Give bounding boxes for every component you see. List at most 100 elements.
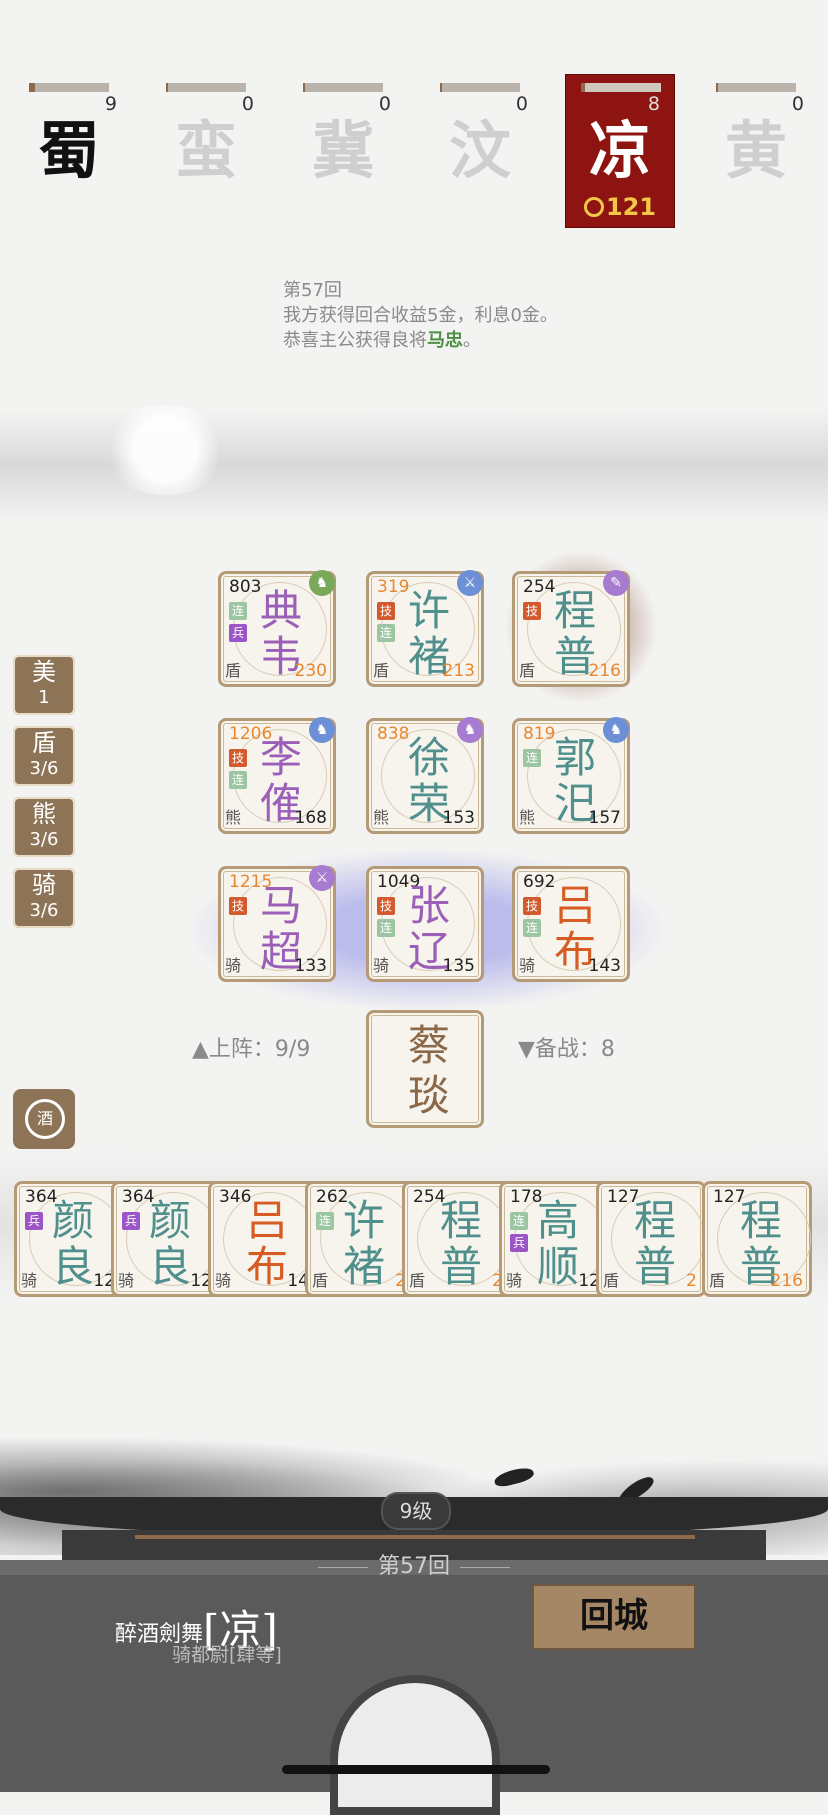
card-type: 骑 xyxy=(373,956,390,975)
board-card-lvbu[interactable]: 692 技 连 吕布 骑 143 xyxy=(512,866,630,982)
card-stat: 135 xyxy=(442,956,475,976)
home-indicator[interactable] xyxy=(282,1765,550,1774)
bench-card-yanliang-2[interactable]: 364 兵 颜良 骑 12 xyxy=(111,1181,221,1297)
wine-icon: 酒 xyxy=(25,1099,65,1139)
board-card-dianwei[interactable]: 803 连 兵 典韦 盾 230 ♞ xyxy=(218,570,336,687)
level-badge: 9级 xyxy=(381,1492,451,1530)
sword-icon: ⚔ xyxy=(457,570,483,596)
card-stat: 230 xyxy=(294,661,327,681)
bench-card-xuchu[interactable]: 262 连 许褚 盾 2 xyxy=(305,1181,415,1297)
faction-char: 蛮 xyxy=(174,114,237,187)
faction-man[interactable]: 0 蛮 xyxy=(156,75,256,225)
faction-liang-active[interactable]: 8 凉 121 xyxy=(565,74,675,228)
faction-ji[interactable]: 0 冀 xyxy=(293,75,393,225)
badge-bing: 兵 xyxy=(510,1234,528,1252)
board-card-machao[interactable]: 1215 技 马超 骑 133 ⚔ xyxy=(218,865,336,982)
tag-title: 美 xyxy=(32,658,56,686)
tag-title: 盾 xyxy=(32,729,56,757)
sword-icon: ⚔ xyxy=(309,865,335,891)
synergy-tag-xiong[interactable]: 熊 3/6 xyxy=(13,797,75,857)
badge-lian: 连 xyxy=(523,919,541,937)
card-type: 熊 xyxy=(225,808,242,827)
moon-decoration xyxy=(100,405,230,495)
synergy-tag-qi[interactable]: 骑 3/6 xyxy=(13,868,75,928)
board-card-lijue[interactable]: 1206 技 连 李傕 熊 168 ♞ xyxy=(218,717,336,834)
badge-bing: 兵 xyxy=(25,1212,43,1230)
card-type: 盾 xyxy=(409,1271,426,1290)
card-type: 熊 xyxy=(519,808,536,827)
badge-lian: 连 xyxy=(523,749,541,767)
synergy-tag-dun[interactable]: 盾 3/6 xyxy=(13,726,75,786)
board-card-zhangliao[interactable]: 1049 技 连 张辽 骑 135 xyxy=(366,866,484,982)
card-type: 盾 xyxy=(312,1271,329,1290)
tag-title: 骑 xyxy=(32,871,56,899)
badge-lian: 连 xyxy=(316,1212,334,1230)
log-round: 第57回 xyxy=(283,280,342,301)
faction-char: 冀 xyxy=(311,114,374,187)
badge-ji: 技 xyxy=(377,897,395,915)
badge-ji: 技 xyxy=(377,602,395,620)
tag-value: 1 xyxy=(38,687,50,708)
faction-progress xyxy=(581,83,661,92)
featured-hero-card[interactable]: 蔡琰 xyxy=(366,1010,484,1128)
horse-icon: ♞ xyxy=(309,717,335,743)
faction-wen[interactable]: 0 汶 xyxy=(430,75,530,225)
log-reward: 恭喜主公获得良将马忠。 xyxy=(283,330,481,351)
faction-shu[interactable]: 9 蜀 xyxy=(19,75,119,225)
badge-ji: 技 xyxy=(523,602,541,620)
card-type: 骑 xyxy=(506,1271,523,1290)
card-name: 程普 xyxy=(633,1196,676,1291)
faction-char: 汶 xyxy=(448,114,511,187)
faction-char: 凉 xyxy=(588,114,651,187)
tag-value: 3/6 xyxy=(29,900,59,921)
board-card-chengpu[interactable]: 254 技 程普 盾 216 ✎ xyxy=(512,570,630,687)
card-type: 骑 xyxy=(21,1271,38,1290)
board-card-guosi[interactable]: 819 连 郭汜 熊 157 ♞ xyxy=(512,717,630,834)
bench-card-yanliang[interactable]: 364 兵 颜良 骑 12 xyxy=(14,1181,124,1297)
card-stat: 133 xyxy=(294,956,327,976)
bench-card-chengpu[interactable]: 254 程普 盾 2 xyxy=(402,1181,512,1297)
horse-icon: ♞ xyxy=(457,717,483,743)
battle-log: 第57回 我方获得回合收益5金，利息0金。 恭喜主公获得良将马忠。 xyxy=(283,278,558,353)
faction-progress xyxy=(303,83,383,92)
card-type: 盾 xyxy=(709,1271,726,1290)
bench-card-gaoshun[interactable]: 178 连 兵 高顺 骑 12 xyxy=(499,1181,609,1297)
board-card-xuchu[interactable]: 319 技 连 许褚 盾 213 ⚔ xyxy=(366,570,484,687)
card-type: 盾 xyxy=(603,1271,620,1290)
badge-lian: 连 xyxy=(510,1212,528,1230)
badge-bing: 兵 xyxy=(229,624,247,642)
card-stat: 168 xyxy=(294,808,327,828)
card-type: 盾 xyxy=(225,661,242,680)
card-name: 蔡琰 xyxy=(407,1021,450,1120)
faction-char: 蜀 xyxy=(37,114,100,187)
return-city-button[interactable]: 回城 xyxy=(532,1584,696,1650)
badge-ji: 技 xyxy=(229,897,247,915)
card-name: 许褚 xyxy=(342,1196,385,1291)
badge-ji: 技 xyxy=(523,897,541,915)
synergy-tag-mei[interactable]: 美 1 xyxy=(13,655,75,715)
card-stat: 216 xyxy=(588,661,621,681)
faction-huang[interactable]: 0 黄 xyxy=(706,75,806,225)
card-stat: 153 xyxy=(442,808,475,828)
badge-lian: 连 xyxy=(377,624,395,642)
wine-button[interactable]: 酒 xyxy=(13,1089,75,1149)
roof-trim xyxy=(135,1535,695,1539)
player-rank: 骑都尉[肆等] xyxy=(172,1644,282,1666)
card-type: 骑 xyxy=(215,1271,232,1290)
faction-progress xyxy=(440,83,520,92)
card-name: 程普 xyxy=(439,1196,482,1291)
bench-card-chengpu-3[interactable]: 127 程普 盾 216 xyxy=(702,1181,812,1297)
round-indicator: 第57回 xyxy=(0,1548,828,1580)
faction-progress xyxy=(29,83,109,92)
log-income: 我方获得回合收益5金，利息0金。 xyxy=(283,305,558,326)
board-card-xurong[interactable]: 838 徐荣 熊 153 ♞ xyxy=(366,717,484,834)
tag-value: 3/6 xyxy=(29,829,59,850)
card-stat: 143 xyxy=(588,956,621,976)
horse-icon: ♞ xyxy=(603,717,629,743)
card-stat: 157 xyxy=(588,808,621,828)
bench-card-lvbu[interactable]: 346 吕布 骑 14 xyxy=(208,1181,318,1297)
bench-card-chengpu-2[interactable]: 127 程普 盾 2 xyxy=(596,1181,706,1297)
faction-char: 黄 xyxy=(724,114,787,187)
faction-progress xyxy=(716,83,796,92)
deployed-count: ▲上阵：9/9 xyxy=(192,1037,311,1062)
